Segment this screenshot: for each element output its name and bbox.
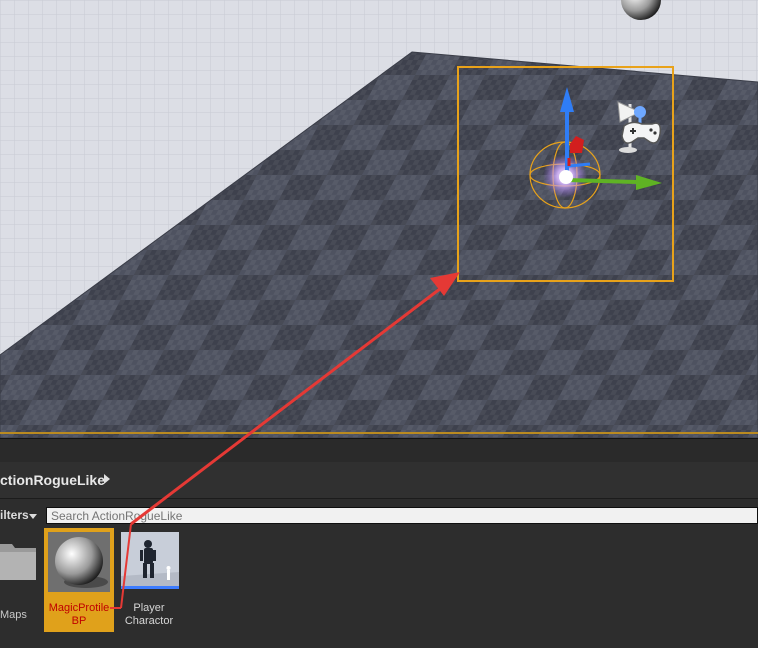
asset-thumbnail [121, 532, 179, 588]
path-bar: ctionRogueLike [0, 462, 758, 499]
filters-button[interactable]: ilters [0, 508, 29, 522]
panel-divider[interactable] [0, 438, 758, 463]
viewport-bottom-border [0, 432, 758, 434]
chevron-right-icon[interactable] [104, 474, 110, 484]
sphere-icon [55, 537, 103, 585]
asset-name: MagicProtile BP [44, 602, 114, 628]
folder-label: Maps [0, 609, 27, 621]
asset-tile-player-character[interactable]: Player Charactor [116, 528, 182, 632]
asset-name: Player Charactor [116, 602, 182, 628]
asset-name-line: MagicProtile BP [48, 602, 110, 627]
asset-type-bar [121, 586, 179, 589]
chevron-down-icon[interactable] [29, 514, 37, 519]
level-viewport[interactable] [0, 0, 758, 438]
breadcrumb-folder[interactable]: ctionRogueLike [0, 472, 105, 488]
asset-thumbnail [48, 532, 110, 592]
content-browser: ctionRogueLike ilters Maps MagicProtileB… [0, 462, 758, 648]
search-input[interactable] [46, 507, 758, 524]
asset-name-line: Player Charactor [124, 602, 174, 627]
folder-icon[interactable] [0, 540, 36, 580]
asset-tile-magic-projectile[interactable]: MagicProtile BP [44, 528, 114, 632]
